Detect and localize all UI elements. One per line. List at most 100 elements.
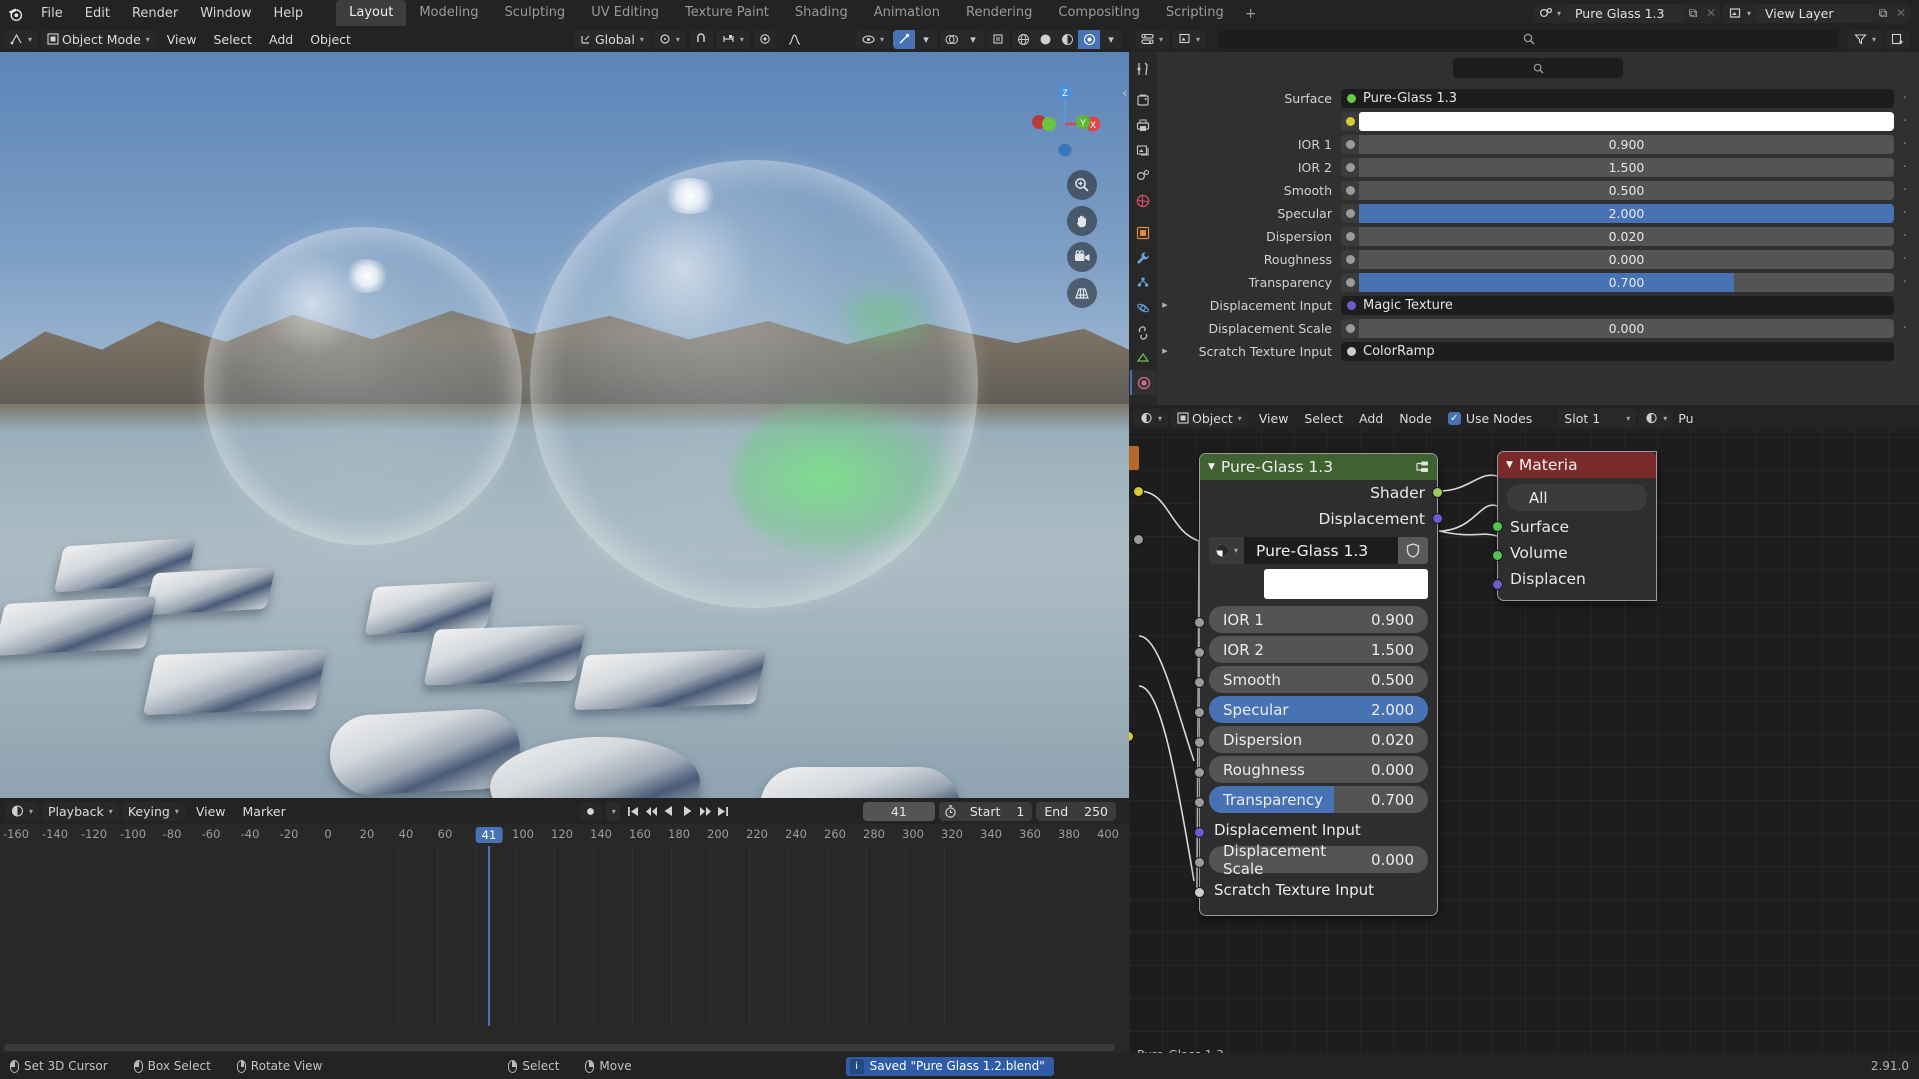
timeline-menu-marker[interactable]: Marker [235, 802, 294, 821]
property-row-specular[interactable]: Specular 2.000 · [1157, 203, 1919, 223]
timeline-menu-playback[interactable]: Playback ▾ [42, 802, 119, 821]
viewport-menu-select[interactable]: Select [205, 30, 260, 49]
node-group-name-value[interactable]: Pure-Glass 1.3 [1244, 537, 1398, 564]
node-input-displacement-scale[interactable]: Displacement Scale 0.000 [1209, 846, 1428, 873]
timeline-editor-type[interactable]: ▾ [5, 802, 39, 821]
keying-options-chevron[interactable]: ▾ [606, 802, 620, 821]
tab-modeling[interactable]: Modeling [406, 0, 491, 26]
animate-dot-icon[interactable]: · [1899, 91, 1911, 106]
timeline-menu-view[interactable]: View [188, 802, 234, 821]
input-socket-surface[interactable] [1492, 521, 1503, 532]
input-socket[interactable] [1194, 827, 1205, 838]
property-row-smooth[interactable]: Smooth 0.500 · [1157, 180, 1919, 200]
menu-help[interactable]: Help [263, 3, 315, 24]
color-swatch[interactable] [1359, 112, 1894, 131]
transform-orientation-selector[interactable]: Global ▾ [574, 30, 650, 49]
transport-controls[interactable] [625, 802, 732, 821]
properties-tab-particles[interactable] [1130, 270, 1156, 295]
node-input-surface[interactable]: Surface [1498, 514, 1656, 540]
frame-range-controls[interactable]: Start 1 [939, 802, 1033, 821]
gizmo-options-chevron-icon[interactable]: ▾ [915, 30, 937, 49]
output-socket-displacement[interactable] [1432, 513, 1443, 524]
blender-logo-icon[interactable] [0, 0, 30, 26]
animate-dot-icon[interactable]: · [1899, 321, 1911, 336]
input-socket[interactable] [1194, 647, 1205, 658]
property-slider[interactable]: 0.900 [1341, 135, 1894, 154]
property-value-link[interactable]: Magic Texture [1341, 296, 1894, 315]
proportional-edit-toggle[interactable] [753, 30, 777, 49]
property-slider[interactable]: 0.700 [1341, 273, 1894, 292]
shader-editor[interactable]: ▾ Object ▾ View Select Add Node ✓ Use No… [1129, 405, 1919, 1065]
viewport-canvas[interactable]: ‹ Z X Y [0, 52, 1129, 798]
property-slider[interactable]: 2.000 [1341, 204, 1894, 223]
timeline-editor[interactable]: ▾ Playback ▾ Keying ▾ View Marker ▾ [0, 798, 1129, 1053]
material-sphere-icon[interactable]: ▾ [1209, 537, 1244, 564]
animate-dot-icon[interactable]: · [1899, 275, 1911, 290]
next-keyframe-icon[interactable] [697, 802, 714, 821]
property-color-control[interactable] [1341, 112, 1894, 131]
menu-edit[interactable]: Edit [74, 3, 121, 24]
property-row-dispersion[interactable]: Dispersion 0.020 · [1157, 226, 1919, 246]
show-overlays-icon[interactable] [940, 30, 962, 49]
input-socket[interactable] [1194, 887, 1205, 898]
node-input-specular[interactable]: Specular 2.000 [1209, 696, 1428, 723]
property-value-link[interactable]: Pure-Glass 1.3 [1341, 89, 1894, 108]
property-slider[interactable]: 0.000 [1341, 319, 1894, 338]
timeline-menu-keying[interactable]: Keying ▾ [122, 802, 185, 821]
viewlayer-selector[interactable]: ▾ View Layer ⧉ ✕ [1723, 4, 1910, 23]
tab-compositing[interactable]: Compositing [1045, 0, 1153, 26]
tab-scripting[interactable]: Scripting [1153, 0, 1237, 26]
input-socket[interactable] [1194, 797, 1205, 808]
current-frame-input[interactable]: 41 [863, 802, 935, 821]
properties-tab-object[interactable] [1130, 220, 1156, 245]
property-row-ior1[interactable]: IOR 1 0.900 · [1157, 134, 1919, 154]
property-row-displacement-scale[interactable]: Displacement Scale 0.000 · [1157, 318, 1919, 338]
shield-icon[interactable] [1398, 537, 1428, 564]
timeline-horizontal-scrollbar[interactable] [4, 1044, 1115, 1051]
node-input-roughness[interactable]: Roughness 0.000 [1209, 756, 1428, 783]
node-input-dispersion[interactable]: Dispersion 0.020 [1209, 726, 1428, 753]
expand-triangle-icon[interactable]: ▶ [1157, 347, 1173, 355]
node-output-shader[interactable]: Shader [1200, 480, 1437, 506]
properties-tab-world[interactable] [1130, 188, 1156, 213]
properties-tab-render[interactable] [1130, 88, 1156, 113]
properties-search-input[interactable] [1219, 30, 1838, 49]
visibility-selector[interactable]: ▾ [856, 30, 890, 49]
node-output-target[interactable]: All [1507, 484, 1647, 511]
property-row-ior2[interactable]: IOR 2 1.500 · [1157, 157, 1919, 177]
menu-file[interactable]: File [30, 3, 74, 24]
properties-browse-button[interactable]: ▾ [1172, 30, 1206, 49]
animate-dot-icon[interactable]: · [1899, 160, 1911, 175]
scene-selector[interactable]: ▾ Pure Glass 1.3 ⧉ ✕ [1533, 4, 1720, 23]
output-socket-shader[interactable] [1432, 487, 1443, 498]
properties-tab-scene[interactable] [1130, 163, 1156, 188]
use-nodes-checkbox[interactable]: ✓ Use Nodes [1440, 411, 1540, 426]
input-socket[interactable] [1194, 617, 1205, 628]
node-material-output[interactable]: ▼ Materia All Surface Volume Displacen [1497, 451, 1657, 601]
jump-start-icon[interactable] [625, 802, 642, 821]
timeline-ruler[interactable]: -160 -140 -120 -100 -80 -60 -40 -20 0 20… [0, 824, 1129, 846]
shader-editor-type[interactable]: ▾ [1134, 409, 1168, 428]
node-input-volume[interactable]: Volume [1498, 540, 1656, 566]
node-header[interactable]: ▼ Materia [1498, 452, 1656, 478]
3d-viewport[interactable]: ▾ Object Mode ▾ View Select Add Object G… [0, 26, 1129, 798]
start-frame-value[interactable]: 1 [1008, 804, 1032, 819]
overlay-toggle-group[interactable]: ▾ [940, 30, 984, 49]
property-row-scratch-texture-input[interactable]: ▶ Scratch Texture Input ColorRamp [1157, 341, 1919, 361]
menu-render[interactable]: Render [121, 3, 189, 24]
input-socket[interactable] [1194, 707, 1205, 718]
input-socket[interactable] [1194, 737, 1205, 748]
shader-type-selector[interactable]: Object ▾ [1171, 409, 1248, 428]
properties-editor[interactable]: ▾ ▾ ▾ [1129, 26, 1919, 405]
play-reverse-icon[interactable] [661, 802, 678, 821]
snap-toggle[interactable] [689, 30, 713, 49]
shading-mode-group[interactable]: ▾ [1012, 30, 1122, 49]
jump-end-icon[interactable] [715, 802, 732, 821]
tab-animation[interactable]: Animation [861, 0, 953, 26]
overlay-options-chevron-icon[interactable]: ▾ [962, 30, 984, 49]
property-row-transparency[interactable]: Transparency 0.700 · [1157, 272, 1919, 292]
node-input-smooth[interactable]: Smooth 0.500 [1209, 666, 1428, 693]
editor-type-selector[interactable]: ▾ [4, 30, 38, 49]
viewport-menu-object[interactable]: Object [302, 30, 359, 49]
close-icon[interactable]: ✕ [1892, 4, 1910, 23]
